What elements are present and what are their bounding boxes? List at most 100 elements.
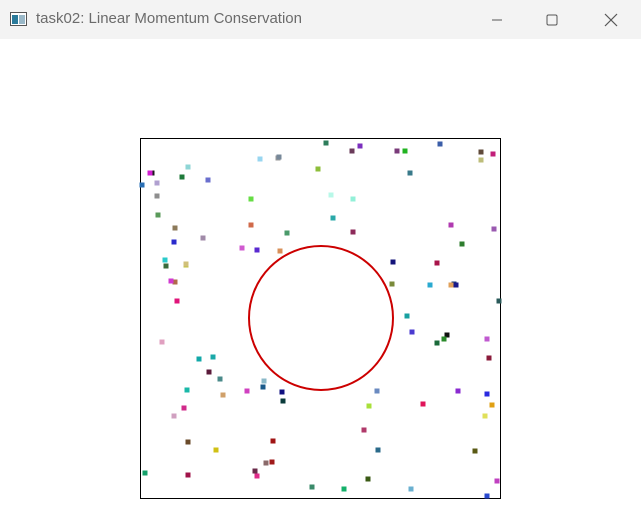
particle	[181, 405, 187, 411]
particle	[489, 402, 495, 408]
particle	[185, 472, 191, 478]
particle	[491, 226, 497, 232]
particle	[496, 298, 502, 304]
particle	[341, 486, 347, 492]
particle	[248, 196, 254, 202]
particle	[484, 391, 490, 397]
particle	[206, 369, 212, 375]
particle	[279, 389, 285, 395]
particle	[142, 470, 148, 476]
particle	[478, 149, 484, 155]
particle	[171, 239, 177, 245]
window-title: task02: Linear Momentum Conservation	[36, 10, 302, 27]
particle	[349, 148, 355, 154]
particle	[459, 241, 465, 247]
particle	[390, 259, 396, 265]
particle	[276, 154, 282, 160]
particle	[172, 225, 178, 231]
minimize-button[interactable]	[468, 0, 526, 39]
particle	[434, 340, 440, 346]
close-button[interactable]	[582, 0, 640, 39]
simulation-box	[139, 138, 502, 499]
particle	[220, 392, 226, 398]
particle	[330, 215, 336, 221]
particle	[409, 329, 415, 335]
particle	[482, 413, 488, 419]
particle	[455, 388, 461, 394]
particle	[213, 447, 219, 453]
particle	[478, 157, 484, 163]
particle	[163, 263, 169, 269]
maximize-icon	[546, 14, 558, 25]
close-icon	[604, 13, 618, 26]
particle	[323, 140, 329, 146]
particle	[168, 278, 174, 284]
particle	[254, 247, 260, 253]
particle	[494, 478, 500, 484]
particle	[404, 313, 410, 319]
particle	[270, 438, 276, 444]
particle	[183, 261, 189, 267]
simulation-canvas	[139, 140, 502, 499]
particle	[174, 298, 180, 304]
minimize-icon	[492, 19, 502, 20]
particle	[366, 403, 372, 409]
particle	[448, 282, 454, 288]
particle	[394, 148, 400, 154]
particle	[139, 182, 145, 188]
particle	[244, 388, 250, 394]
particle	[217, 376, 223, 382]
particle	[200, 235, 206, 241]
particle	[196, 356, 202, 362]
particle	[484, 336, 490, 342]
particle	[248, 222, 254, 228]
particle	[185, 439, 191, 445]
particle	[407, 170, 413, 176]
particle	[365, 476, 371, 482]
particle	[374, 388, 380, 394]
particle	[350, 196, 356, 202]
maximize-button[interactable]	[523, 0, 581, 39]
particle	[361, 427, 367, 433]
particle	[357, 143, 363, 149]
particle	[277, 248, 283, 254]
particle	[269, 459, 275, 465]
particle	[257, 156, 263, 162]
particle	[154, 180, 160, 186]
collision-circle	[248, 245, 394, 391]
particle	[162, 257, 168, 263]
particle	[350, 229, 356, 235]
particle	[453, 282, 459, 288]
particle	[472, 448, 478, 454]
particle	[427, 282, 433, 288]
particle	[284, 230, 290, 236]
title-bar[interactable]: task02: Linear Momentum Conservation	[0, 0, 641, 39]
particle	[263, 460, 269, 466]
particle	[261, 378, 267, 384]
particle	[205, 177, 211, 183]
particle	[315, 166, 321, 172]
particle	[448, 222, 454, 228]
particle	[375, 447, 381, 453]
particle	[171, 413, 177, 419]
particle	[185, 164, 191, 170]
particle	[486, 355, 492, 361]
particle	[402, 148, 408, 154]
particle	[434, 260, 440, 266]
app-window-icon	[10, 12, 27, 26]
particle	[254, 473, 260, 479]
client-area	[0, 39, 641, 520]
particle	[484, 493, 490, 499]
particle	[441, 336, 447, 342]
particle	[154, 193, 160, 199]
particle	[159, 339, 165, 345]
particle	[252, 468, 258, 474]
particle	[280, 398, 286, 404]
particle	[437, 141, 443, 147]
particle	[239, 245, 245, 251]
particle	[179, 174, 185, 180]
particle	[184, 387, 190, 393]
particle	[389, 281, 395, 287]
particle	[309, 484, 315, 490]
particle	[490, 151, 496, 157]
